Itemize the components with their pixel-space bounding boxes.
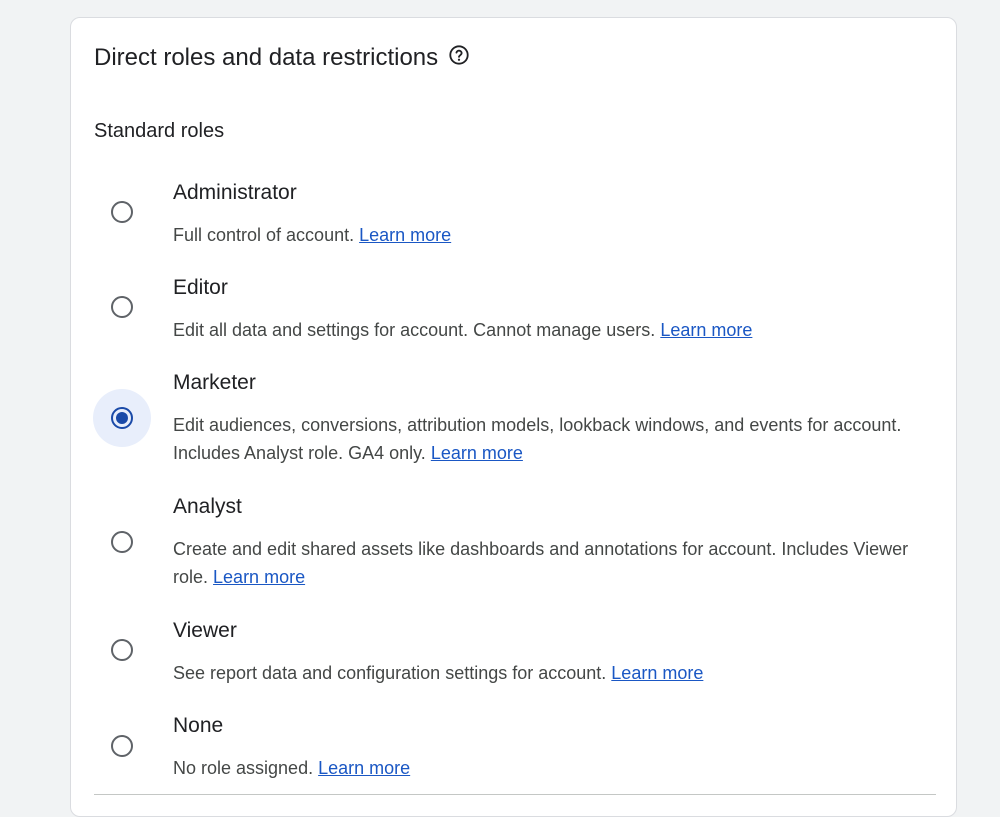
radio-unchecked-icon xyxy=(111,296,133,318)
radio-editor[interactable] xyxy=(93,278,151,336)
role-description: See report data and configuration settin… xyxy=(173,659,933,687)
role-name: None xyxy=(173,714,224,737)
role-name: Marketer xyxy=(173,371,256,394)
help-circle-icon[interactable] xyxy=(448,44,470,66)
learn-more-link[interactable]: Learn more xyxy=(213,567,305,587)
learn-more-link[interactable]: Learn more xyxy=(359,225,451,245)
role-name: Editor xyxy=(173,276,228,299)
role-description: Create and edit shared assets like dashb… xyxy=(173,535,933,591)
radio-administrator[interactable] xyxy=(93,183,151,241)
card-header: Direct roles and data restrictions xyxy=(94,43,470,73)
role-description: Full control of account. Learn more xyxy=(173,221,933,249)
role-description-text: Full control of account. xyxy=(173,225,355,245)
learn-more-link[interactable]: Learn more xyxy=(611,663,703,683)
roles-card: Direct roles and data restrictions Stand… xyxy=(70,17,957,817)
role-description-text: No role assigned. xyxy=(173,758,314,778)
card-title: Direct roles and data restrictions xyxy=(94,44,439,71)
radio-viewer[interactable] xyxy=(93,621,151,679)
role-description: Edit all data and settings for account. … xyxy=(173,316,933,344)
radio-unchecked-icon xyxy=(111,639,133,661)
radio-none[interactable] xyxy=(93,717,151,775)
radio-unchecked-icon xyxy=(111,201,133,223)
section-title-standard-roles: Standard roles xyxy=(94,120,225,142)
learn-more-link[interactable]: Learn more xyxy=(431,443,523,463)
radio-checked-icon xyxy=(111,407,133,429)
radio-analyst[interactable] xyxy=(93,513,151,571)
role-description: Edit audiences, conversions, attribution… xyxy=(173,411,933,467)
learn-more-link[interactable]: Learn more xyxy=(318,758,410,778)
radio-unchecked-icon xyxy=(111,531,133,553)
radio-unchecked-icon xyxy=(111,735,133,757)
role-description-text: Edit audiences, conversions, attribution… xyxy=(173,415,902,463)
role-name: Administrator xyxy=(173,181,297,204)
role-description-text: See report data and configuration settin… xyxy=(173,663,607,683)
learn-more-link[interactable]: Learn more xyxy=(660,320,752,340)
role-name: Analyst xyxy=(173,495,242,518)
role-description: No role assigned. Learn more xyxy=(173,754,933,782)
role-description-text: Edit all data and settings for account. … xyxy=(173,320,656,340)
role-name: Viewer xyxy=(173,619,237,642)
radio-marketer[interactable] xyxy=(93,389,151,447)
